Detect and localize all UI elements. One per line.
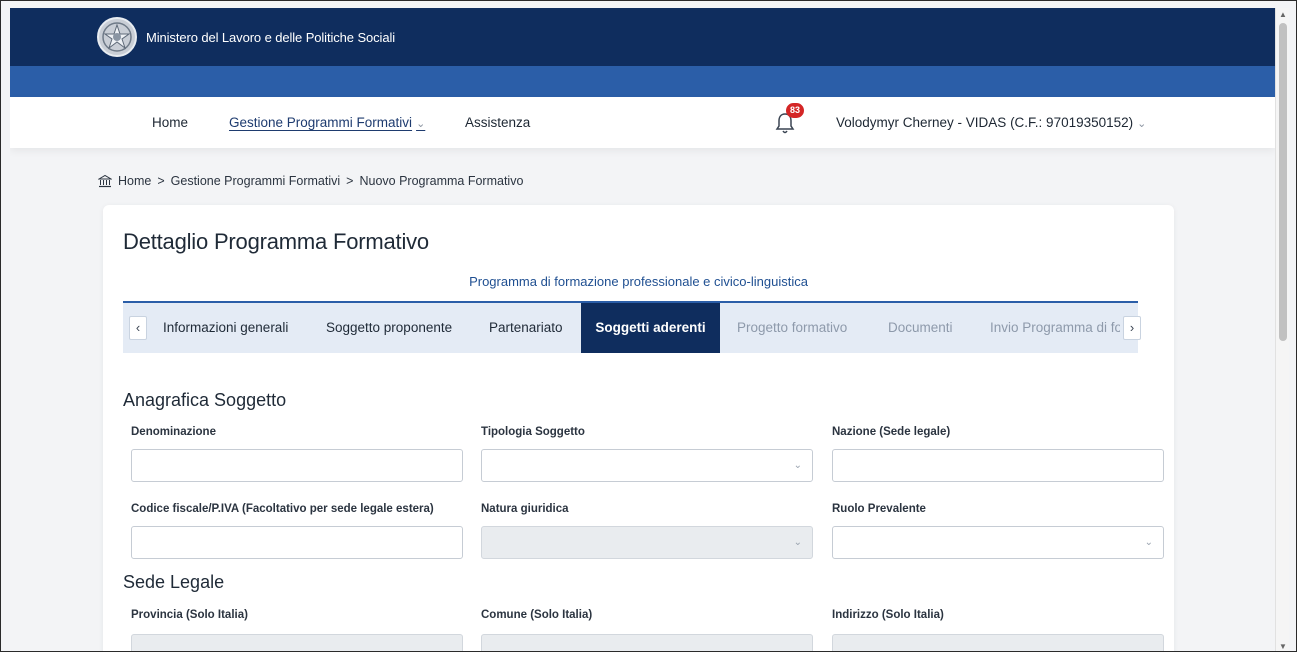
ministry-name[interactable]: Ministero del Lavoro e delle Politiche S… xyxy=(146,30,395,45)
breadcrumb-separator: > xyxy=(157,174,165,188)
main-navbar: Home Gestione Programmi Formativi ⌄ Assis… xyxy=(10,97,1275,148)
breadcrumb-gestione[interactable]: Gestione Programmi Formativi xyxy=(171,174,341,188)
user-menu[interactable]: Volodymyr Cherney - VIDAS (C.F.: 9701935… xyxy=(836,115,1146,130)
tipologia-soggetto-select[interactable]: ⌄ xyxy=(481,449,813,482)
scroll-thumb[interactable] xyxy=(1279,23,1287,341)
provincia-input xyxy=(131,634,463,651)
scroll-up-icon[interactable]: ▲ xyxy=(1279,10,1287,19)
tab-soggetti-aderenti[interactable]: Soggetti aderenti xyxy=(581,303,720,353)
page-viewport: Ministero del Lavoro e delle Politiche S… xyxy=(10,8,1275,651)
chevron-down-icon: ⌄ xyxy=(793,460,802,471)
wizard-tabs: ‹ Informazioni generali Soggetto propone… xyxy=(123,301,1141,353)
ruolo-prevalente-label: Ruolo Prevalente xyxy=(832,503,926,515)
page-scrollbar[interactable]: ▲ ▼ xyxy=(1275,8,1289,651)
comune-input xyxy=(481,634,813,651)
section-anagrafica-title: Anagrafica Soggetto xyxy=(123,390,287,410)
codice-fiscale-input[interactable] xyxy=(131,526,463,559)
page-title: Dettaglio Programma Formativo xyxy=(123,229,429,254)
breadcrumb-separator: > xyxy=(346,174,354,188)
tab-invio-programma[interactable]: Invio Programma di form xyxy=(990,303,1120,353)
natura-giuridica-label: Natura giuridica xyxy=(481,503,569,515)
codice-fiscale-label: Codice fiscale/P.IVA (Facoltativo per se… xyxy=(131,503,434,515)
detail-card: Dettaglio Programma Formativo Programma … xyxy=(103,205,1174,651)
tab-documenti[interactable]: Documenti xyxy=(888,303,953,353)
nav-gestione-label: Gestione Programmi Formativi xyxy=(229,115,413,130)
browser-frame: Ministero del Lavoro e delle Politiche S… xyxy=(0,0,1297,652)
section-sede-legale-title: Sede Legale xyxy=(123,572,225,592)
comune-label: Comune (Solo Italia) xyxy=(481,609,593,621)
republic-emblem-icon[interactable] xyxy=(96,16,138,58)
nav-home[interactable]: Home xyxy=(152,115,188,130)
tab-soggetto-proponente[interactable]: Soggetto proponente xyxy=(326,303,452,353)
nav-assistenza[interactable]: Assistenza xyxy=(465,115,530,130)
breadcrumb: Home > Gestione Programmi Formativi > Nu… xyxy=(98,174,523,188)
tab-informazioni-generali[interactable]: Informazioni generali xyxy=(163,303,288,353)
institution-home-icon xyxy=(98,174,112,188)
chevron-down-icon: ⌄ xyxy=(416,118,426,130)
chevron-down-icon: ⌄ xyxy=(793,537,802,548)
natura-giuridica-select: ⌄ xyxy=(481,526,813,559)
ruolo-prevalente-select[interactable]: ⌄ xyxy=(832,526,1164,559)
breadcrumb-current: Nuovo Programma Formativo xyxy=(359,174,524,188)
scroll-down-icon[interactable]: ▼ xyxy=(1279,642,1287,651)
tabs-next-button[interactable]: › xyxy=(1123,316,1141,340)
chevron-down-icon: ⌄ xyxy=(1137,118,1147,130)
denominazione-label: Denominazione xyxy=(131,426,216,438)
tabs-prev-button[interactable]: ‹ xyxy=(129,316,147,340)
notification-badge[interactable]: 83 xyxy=(786,103,804,118)
header-band xyxy=(10,66,1275,97)
tab-progetto-formativo[interactable]: Progetto formativo xyxy=(737,303,847,353)
chevron-down-icon: ⌄ xyxy=(1144,537,1153,548)
tipologia-soggetto-label: Tipologia Soggetto xyxy=(481,426,585,438)
tab-partenariato[interactable]: Partenariato xyxy=(489,303,563,353)
nazione-input[interactable] xyxy=(832,449,1164,482)
user-label: Volodymyr Cherney - VIDAS (C.F.: 9701935… xyxy=(836,115,1134,130)
indirizzo-label: Indirizzo (Solo Italia) xyxy=(832,609,944,621)
program-subtitle: Programma di formazione professionale e … xyxy=(469,274,808,289)
indirizzo-input xyxy=(832,634,1164,651)
nazione-label: Nazione (Sede legale) xyxy=(832,426,951,438)
denominazione-input[interactable] xyxy=(131,449,463,482)
breadcrumb-home[interactable]: Home xyxy=(118,174,151,188)
header-slim: Ministero del Lavoro e delle Politiche S… xyxy=(10,8,1275,66)
provincia-label: Provincia (Solo Italia) xyxy=(131,609,248,621)
nav-gestione-programmi[interactable]: Gestione Programmi Formativi ⌄ xyxy=(229,115,425,130)
